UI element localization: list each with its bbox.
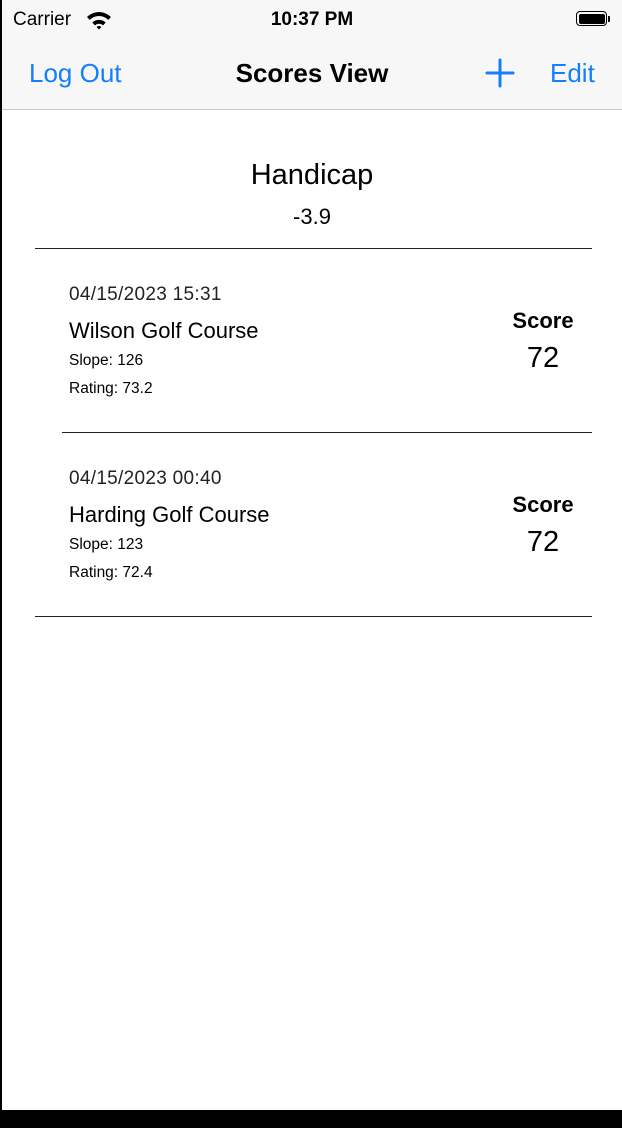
row-separator [62,432,592,433]
course-name: Harding Golf Course [69,502,270,527]
score-date: 04/15/2023 00:40 [69,468,222,489]
handicap-divider [35,248,592,249]
rating-label: Rating: 72.4 [69,564,153,581]
list-bottom-divider [35,616,592,617]
handicap-value: -3.9 [293,204,331,229]
plus-icon[interactable] [484,57,516,89]
score-label: Score [512,308,574,333]
scores-screen: Carrier 10:37 PM Log Out Scores View Edi… [2,0,622,1110]
score-date: 04/15/2023 15:31 [69,284,222,305]
score-row[interactable]: 04/15/2023 15:31 Wilson Golf Course Slop… [2,250,622,430]
score-label: Score [512,492,574,517]
status-bar: Carrier 10:37 PM [2,0,622,40]
course-name: Wilson Golf Course [69,318,259,343]
score-value: 72 [526,526,560,558]
score-value: 72 [526,342,560,374]
score-row[interactable]: 04/15/2023 00:40 Harding Golf Course Slo… [2,434,622,614]
rating-label: Rating: 73.2 [69,380,153,397]
edit-button[interactable]: Edit [550,58,595,89]
slope-label: Slope: 126 [69,352,144,369]
navigation-bar: Log Out Scores View Edit [2,40,622,110]
status-time: 10:37 PM [270,9,354,30]
handicap-label: Handicap [250,159,374,191]
battery-icon [576,11,612,28]
page-title: Scores View [235,58,389,88]
slope-label: Slope: 123 [69,536,144,553]
